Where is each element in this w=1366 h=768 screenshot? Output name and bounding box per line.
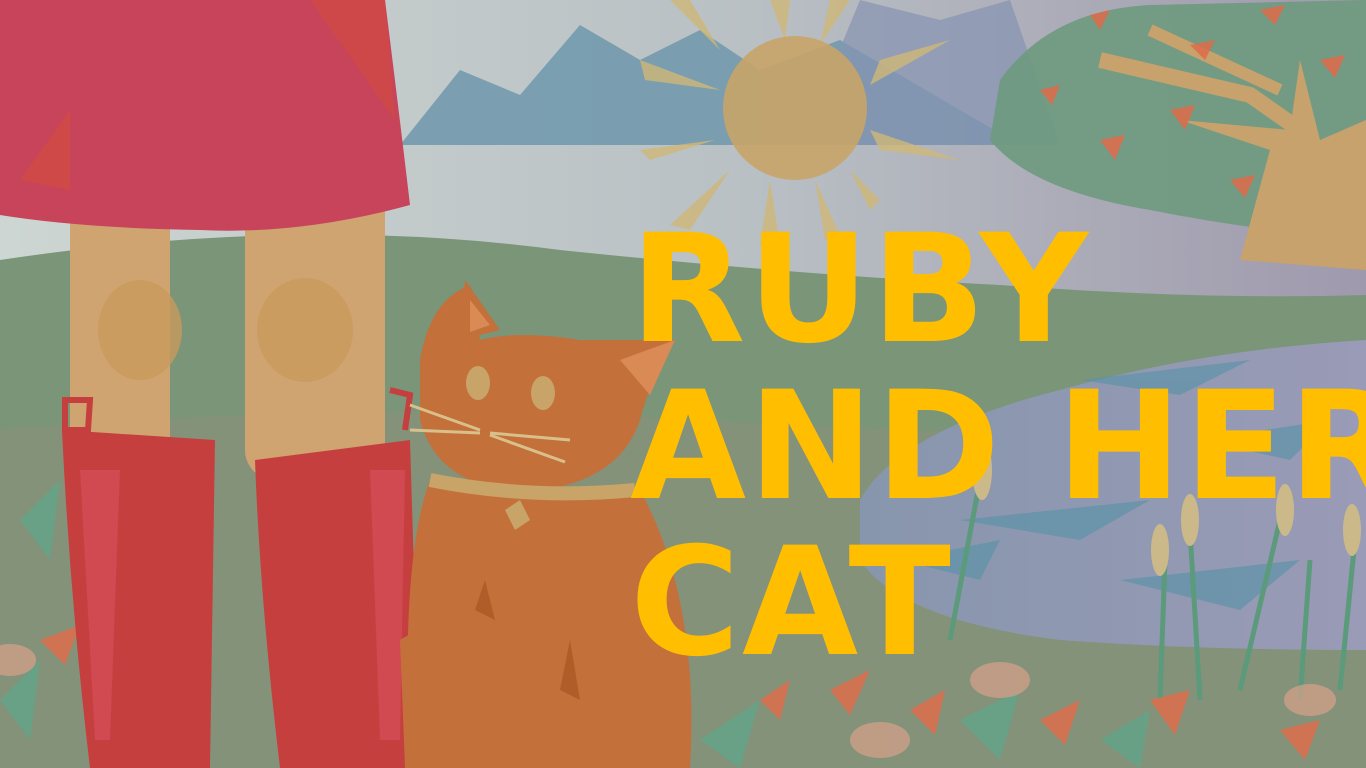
title-line-2: AND HER (630, 360, 1366, 534)
title-line-1: RUBY (630, 203, 1091, 377)
book-cover: RUBY AND HER CAT (0, 0, 1366, 768)
title-line-3: CAT (630, 516, 953, 690)
